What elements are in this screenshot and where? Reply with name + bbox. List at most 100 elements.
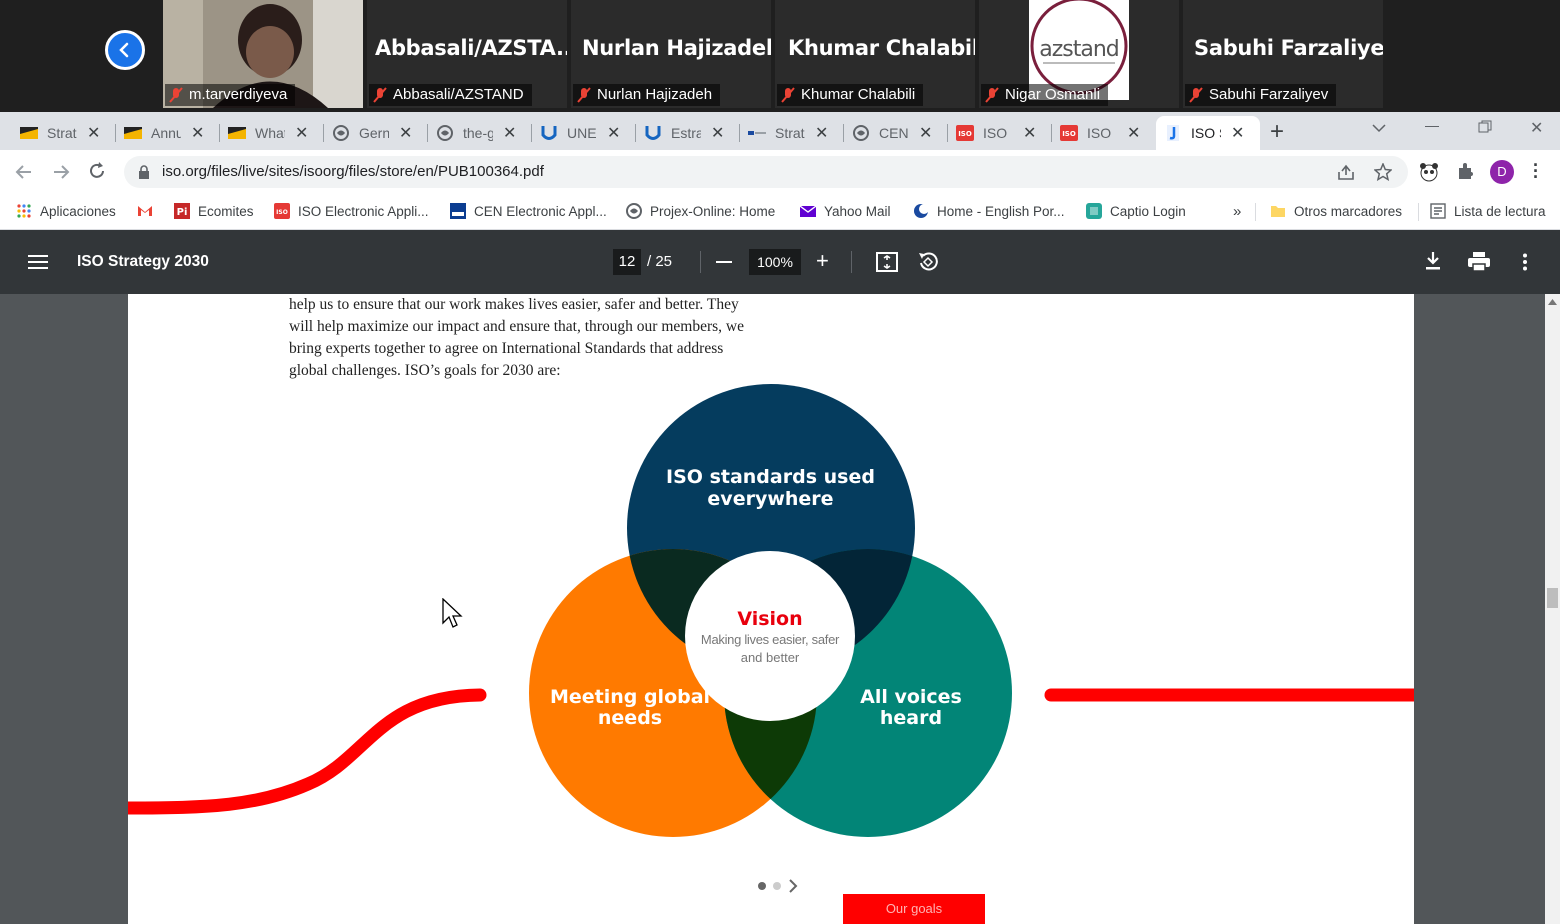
close-tab-icon[interactable]: ✕ — [607, 123, 620, 143]
venn-label-line: everywhere — [707, 488, 834, 510]
close-tab-icon[interactable]: ✕ — [295, 123, 308, 143]
meeting-strip: m.tarverdiyeva Abbasali/AZSTA... Abbasal… — [0, 0, 1560, 112]
profile-avatar[interactable]: D — [1490, 160, 1514, 184]
browser-tab-active[interactable]: ISO S ✕ — [1156, 116, 1260, 150]
browser-tab[interactable]: Strat ✕ — [12, 116, 116, 150]
restore-button[interactable] — [1478, 120, 1492, 139]
apps-grid-icon — [17, 204, 31, 218]
browser-tab[interactable]: UNE ✕ — [532, 116, 636, 150]
pdf-page: help us to ensure that our work makes li… — [128, 294, 1414, 924]
close-tab-icon[interactable]: ✕ — [87, 123, 100, 143]
folder-icon — [1271, 206, 1285, 217]
zoom-input[interactable]: 100% — [749, 249, 801, 275]
participant-label: Nigar Osmanli — [981, 84, 1109, 106]
bookmark-item[interactable]: Pi Ecomites — [174, 203, 254, 219]
close-tab-icon[interactable]: ✕ — [1127, 123, 1140, 143]
pager-dot-active[interactable] — [758, 882, 766, 890]
close-tab-icon[interactable]: ✕ — [1023, 123, 1036, 143]
participant-tile[interactable]: Nurlan Hajizadeh Nurlan Hajizadeh — [571, 0, 771, 108]
collapse-participants-button[interactable] — [105, 30, 145, 70]
iso-icon: ISO — [274, 203, 290, 219]
fit-to-page-icon — [876, 252, 898, 272]
browser-menu-button[interactable]: · · · — [1533, 156, 1539, 186]
participant-tile[interactable]: m.tarverdiyeva — [163, 0, 363, 108]
bookmark-item[interactable]: ISO ISO Electronic Appli... — [274, 203, 429, 219]
url-text: iso.org/files/live/sites/isoorg/files/st… — [162, 163, 544, 180]
pdf-sidebar-toggle[interactable] — [28, 254, 48, 275]
bookmark-label: Aplicaciones — [40, 203, 116, 219]
reload-button[interactable] — [87, 161, 107, 186]
back-button[interactable] — [14, 162, 34, 187]
zoom-in-button[interactable]: + — [816, 249, 829, 273]
zoom-out-button[interactable] — [716, 261, 732, 263]
une-icon — [541, 126, 557, 140]
browser-toolbar: iso.org/files/live/sites/isoorg/files/st… — [0, 150, 1560, 194]
tab-title: What — [255, 125, 285, 141]
our-goals-button[interactable]: Our goals — [843, 894, 985, 924]
close-tab-icon[interactable]: ✕ — [399, 123, 412, 143]
new-tab-button[interactable]: + — [1270, 118, 1284, 146]
browser-tab[interactable]: ISO ISO ✕ — [1052, 116, 1156, 150]
other-bookmarks-folder[interactable]: Otros marcadores — [1270, 203, 1402, 219]
page-number-input[interactable]: 12 — [613, 249, 641, 275]
forward-button[interactable] — [51, 162, 71, 187]
tab-title: Strat — [775, 125, 805, 141]
bookmark-item[interactable]: CEN Electronic Appl... — [450, 203, 607, 219]
browser-tab[interactable]: Strat ✕ — [740, 116, 844, 150]
browser-tab[interactable]: Estra ✕ — [636, 116, 740, 150]
panda-extension-icon[interactable] — [1419, 162, 1439, 182]
close-tab-icon[interactable]: ✕ — [191, 123, 204, 143]
close-tab-icon[interactable]: ✕ — [503, 123, 516, 143]
bookmark-item[interactable]: Yahoo Mail — [800, 203, 891, 219]
browser-tab[interactable]: Gern ✕ — [324, 116, 428, 150]
lock-icon — [139, 165, 149, 179]
share-icon[interactable] — [1337, 164, 1355, 180]
bookmark-item[interactable] — [137, 203, 153, 219]
close-tab-icon[interactable]: ✕ — [919, 123, 932, 143]
tab-title: the-g — [463, 125, 493, 141]
reading-list-button[interactable]: Lista de lectura — [1430, 203, 1546, 219]
browser-tab[interactable]: Annu ✕ — [116, 116, 220, 150]
extensions-puzzle-icon[interactable] — [1456, 162, 1476, 182]
tab-search-button[interactable] — [1372, 120, 1386, 138]
download-button[interactable] — [1424, 251, 1442, 276]
pdf-scrollbar[interactable] — [1545, 294, 1560, 924]
pager-dot[interactable] — [773, 882, 781, 890]
browser-tab[interactable]: ISO ISO ✕ — [948, 116, 1052, 150]
browser-tab[interactable]: What ✕ — [220, 116, 324, 150]
browser-tab[interactable]: CEN ✕ — [844, 116, 948, 150]
bookmark-star-icon[interactable] — [1374, 163, 1392, 181]
scroll-up-arrow-icon[interactable] — [1548, 299, 1557, 305]
chevron-double-right-icon: » — [1233, 203, 1242, 220]
close-window-button[interactable]: ✕ — [1530, 118, 1543, 138]
address-bar[interactable]: iso.org/files/live/sites/isoorg/files/st… — [124, 156, 1408, 188]
divider — [1418, 203, 1419, 221]
dash-icon — [748, 131, 766, 135]
pdf-viewport[interactable]: help us to ensure that our work makes li… — [0, 294, 1560, 924]
pdf-more-button[interactable] — [1521, 253, 1529, 276]
venn-label-line: Meeting global — [549, 686, 711, 708]
fit-page-button[interactable] — [876, 252, 898, 277]
bookmarks-overflow-button[interactable]: » — [1233, 203, 1241, 220]
close-tab-icon[interactable]: ✕ — [711, 123, 724, 143]
bookmark-item[interactable]: Aplicaciones — [16, 203, 116, 219]
participant-tile[interactable]: azstand Nigar Osmanli — [979, 0, 1179, 108]
participant-tile[interactable]: Abbasali/AZSTA... Abbasali/AZSTAND — [367, 0, 567, 108]
close-tab-icon[interactable]: ✕ — [1231, 123, 1244, 143]
chevron-right-icon[interactable] — [788, 878, 798, 894]
print-button[interactable] — [1468, 252, 1490, 277]
svg-text:azstand: azstand — [1039, 37, 1119, 62]
globe-icon — [626, 203, 642, 219]
printer-icon — [1468, 252, 1490, 272]
bookmark-item[interactable]: Captio Login — [1086, 203, 1186, 219]
scrollbar-thumb[interactable] — [1547, 588, 1558, 608]
bookmark-item[interactable]: Home - English Por... — [913, 203, 1065, 219]
minimize-button[interactable] — [1425, 126, 1439, 127]
close-tab-icon[interactable]: ✕ — [815, 123, 828, 143]
bookmark-item[interactable]: Projex-Online: Home — [626, 203, 775, 219]
participant-tile[interactable]: Khumar Chalabili Khumar Chalabili — [775, 0, 975, 108]
rotate-button[interactable] — [917, 251, 939, 278]
participant-tile[interactable]: Sabuhi Farzaliyev Sabuhi Farzaliyev — [1183, 0, 1383, 108]
browser-tab[interactable]: the-g ✕ — [428, 116, 532, 150]
participant-display-name: Abbasali/AZSTA... — [375, 36, 567, 60]
